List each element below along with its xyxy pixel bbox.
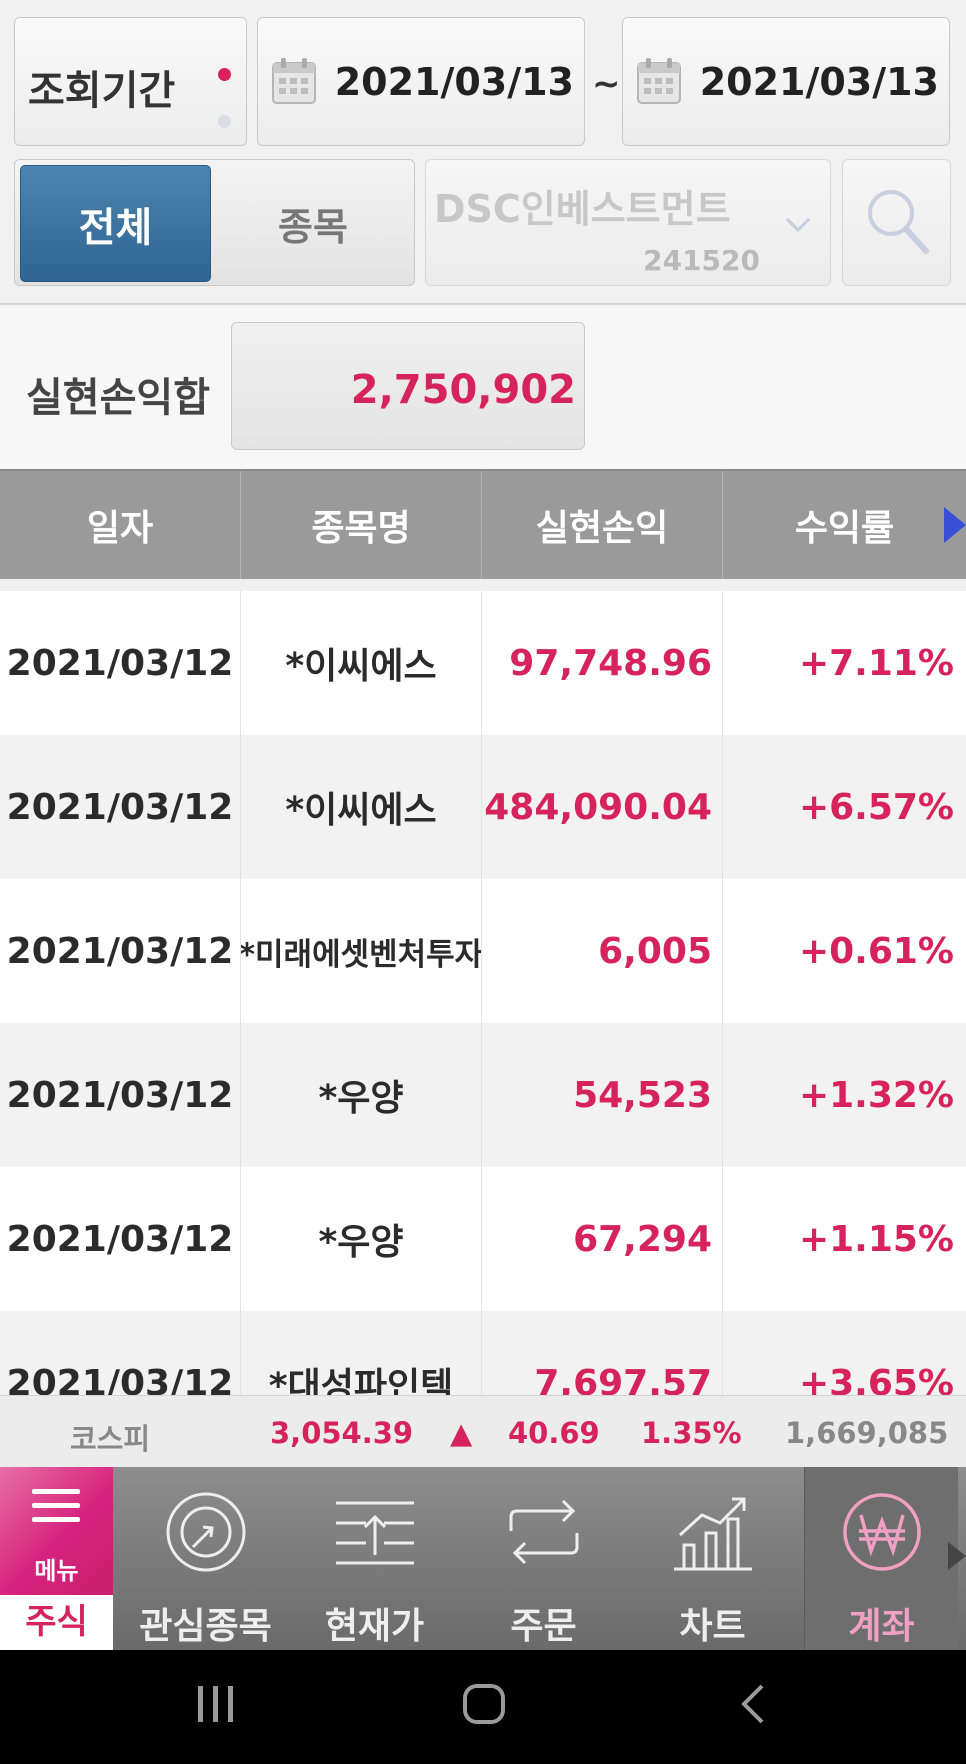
table-top-spacer <box>0 579 966 591</box>
nav-label: 계좌 <box>848 1606 915 1647</box>
period-label: 조회기간 <box>28 68 176 114</box>
cell-stock-name: *미래에셋벤처투자 <box>241 879 482 1023</box>
ticker-volume: 1,669,085 <box>785 1416 949 1450</box>
header-date: 일자 <box>0 471 241 579</box>
menu-label: 메뉴 <box>34 1557 79 1585</box>
stock-category-tab[interactable]: 주식 <box>0 1595 113 1650</box>
table-header: 일자 종목명 실현손익 수익률 <box>0 469 966 579</box>
nav-order[interactable]: 주문 <box>459 1467 628 1650</box>
header-realized-pl: 실현손익 <box>482 471 723 579</box>
menu-button[interactable]: 메뉴 <box>0 1467 113 1595</box>
nav-label: 관심종목 <box>139 1606 272 1647</box>
bottom-nav: 메뉴 주식 관심종목 현재가 주문 차트 계좌 <box>0 1467 966 1650</box>
watchlist-icon <box>163 1489 249 1575</box>
current-price-icon <box>332 1489 418 1575</box>
cell-stock-name: *대성파인텍 <box>241 1311 482 1395</box>
table-row[interactable]: 2021/03/12 *우양 67,294 +1.15% <box>0 1167 966 1311</box>
cell-date: 2021/03/12 <box>0 1023 241 1167</box>
up-triangle-icon: ▲ <box>450 1416 473 1450</box>
cell-realized-pl: 97,748.96 <box>482 591 723 735</box>
cell-return-rate: +0.61% <box>798 930 954 972</box>
realized-total-box: 2,750,902 <box>231 322 585 450</box>
search-icon <box>864 186 930 260</box>
order-icon <box>501 1489 587 1575</box>
cell-return-rate: +1.32% <box>798 1074 954 1116</box>
cell-realized-pl: 6,005 <box>482 879 723 1023</box>
table-row[interactable]: 2021/03/12 *이씨에스 97,748.96 +7.11% <box>0 591 966 735</box>
nav-chart[interactable]: 차트 <box>628 1467 797 1650</box>
scroll-right-arrow-icon[interactable] <box>944 507 966 543</box>
nav-account[interactable]: 계좌 <box>804 1467 958 1650</box>
cell-realized-pl: 484,090.04 <box>482 735 723 879</box>
cell-stock-name: *이씨에스 <box>241 735 482 879</box>
table-row[interactable]: 2021/03/12 *우양 54,523 +1.32% <box>0 1023 966 1167</box>
nav-current-price[interactable]: 현재가 <box>290 1467 459 1650</box>
cell-date: 2021/03/12 <box>0 735 241 879</box>
cell-realized-pl: 54,523 <box>482 1023 723 1167</box>
home-icon[interactable] <box>462 1680 506 1732</box>
segment-item-button[interactable]: 종목 <box>215 165 411 282</box>
period-dot-inactive <box>218 115 231 128</box>
calendar-icon <box>271 56 317 110</box>
table-row[interactable]: 2021/03/12 *대성파인텍 7,697.57 +3.65% <box>0 1311 966 1395</box>
stock-code: 241520 <box>643 244 760 277</box>
cell-stock-name: *이씨에스 <box>241 591 482 735</box>
chart-icon <box>670 1489 756 1575</box>
ticker-index-name: 코스피 <box>70 1422 151 1456</box>
filter-panel: 조회기간 2021/03/13 ~ 2021/03/13 전체 종목 DSC인베… <box>0 0 966 305</box>
table-row[interactable]: 2021/03/12 *이씨에스 484,090.04 +6.57% <box>0 735 966 879</box>
stock-name: DSC인베스트먼트 <box>434 187 731 231</box>
header-stock-name: 종목명 <box>241 471 482 579</box>
date-to-field[interactable]: 2021/03/13 <box>622 17 950 146</box>
nav-label: 현재가 <box>324 1606 425 1647</box>
system-nav-bar <box>0 1650 966 1764</box>
table-body[interactable]: 2021/03/12 *이씨에스 97,748.96 +7.11% 2021/0… <box>0 579 966 1395</box>
scope-segmented-control: 전체 종목 <box>14 159 415 286</box>
cell-date: 2021/03/12 <box>0 1311 241 1395</box>
cell-stock-name: *우양 <box>241 1167 482 1311</box>
realized-total-section: 실현손익합 2,750,902 <box>0 307 966 469</box>
search-button[interactable] <box>842 159 951 286</box>
app-screen: 조회기간 2021/03/13 ~ 2021/03/13 전체 종목 DSC인베… <box>0 0 966 1650</box>
date-from-value: 2021/03/13 <box>334 60 574 104</box>
nav-label: 주문 <box>510 1606 577 1647</box>
account-won-icon <box>839 1489 925 1575</box>
cell-date: 2021/03/12 <box>0 1167 241 1311</box>
date-separator: ~ <box>592 64 621 104</box>
ticker-index-value: 3,054.39 <box>270 1416 414 1450</box>
cell-realized-pl: 7,697.57 <box>482 1311 723 1395</box>
nav-label: 차트 <box>679 1606 746 1647</box>
ticker-percent: 1.35% <box>641 1416 742 1450</box>
realized-total-value: 2,750,902 <box>350 367 576 413</box>
date-to-value: 2021/03/13 <box>699 60 939 104</box>
cell-date: 2021/03/12 <box>0 879 241 1023</box>
cell-stock-name: *우양 <box>241 1023 482 1167</box>
nav-scroll-right-icon[interactable] <box>948 1542 966 1570</box>
hamburger-icon <box>32 1489 80 1531</box>
segment-all-button[interactable]: 전체 <box>20 165 211 282</box>
cell-return-rate: +3.65% <box>798 1362 954 1396</box>
table-row[interactable]: 2021/03/12 *미래에셋벤처투자 6,005 +0.61% <box>0 879 966 1023</box>
calendar-icon <box>636 56 682 110</box>
stock-selector[interactable]: DSC인베스트먼트 241520 <box>425 159 831 286</box>
date-from-field[interactable]: 2021/03/13 <box>257 17 585 146</box>
header-return-rate: 수익률 <box>794 508 895 549</box>
back-icon[interactable] <box>738 1680 768 1732</box>
cell-return-rate: +7.11% <box>798 642 954 684</box>
cell-return-rate: +1.15% <box>798 1218 954 1260</box>
ticker-change: 40.69 <box>508 1416 600 1450</box>
realized-total-label: 실현손익합 <box>26 375 210 421</box>
period-dot-active <box>218 68 231 81</box>
period-selector[interactable]: 조회기간 <box>14 17 247 146</box>
recent-apps-icon[interactable] <box>196 1680 236 1732</box>
index-ticker[interactable]: 코스피 3,054.39 ▲ 40.69 1.35% 1,669,085 <box>0 1395 966 1467</box>
cell-date: 2021/03/12 <box>0 591 241 735</box>
cell-realized-pl: 67,294 <box>482 1167 723 1311</box>
nav-watchlist[interactable]: 관심종목 <box>121 1467 290 1650</box>
chevron-down-icon <box>784 216 812 238</box>
cell-return-rate: +6.57% <box>798 786 954 828</box>
